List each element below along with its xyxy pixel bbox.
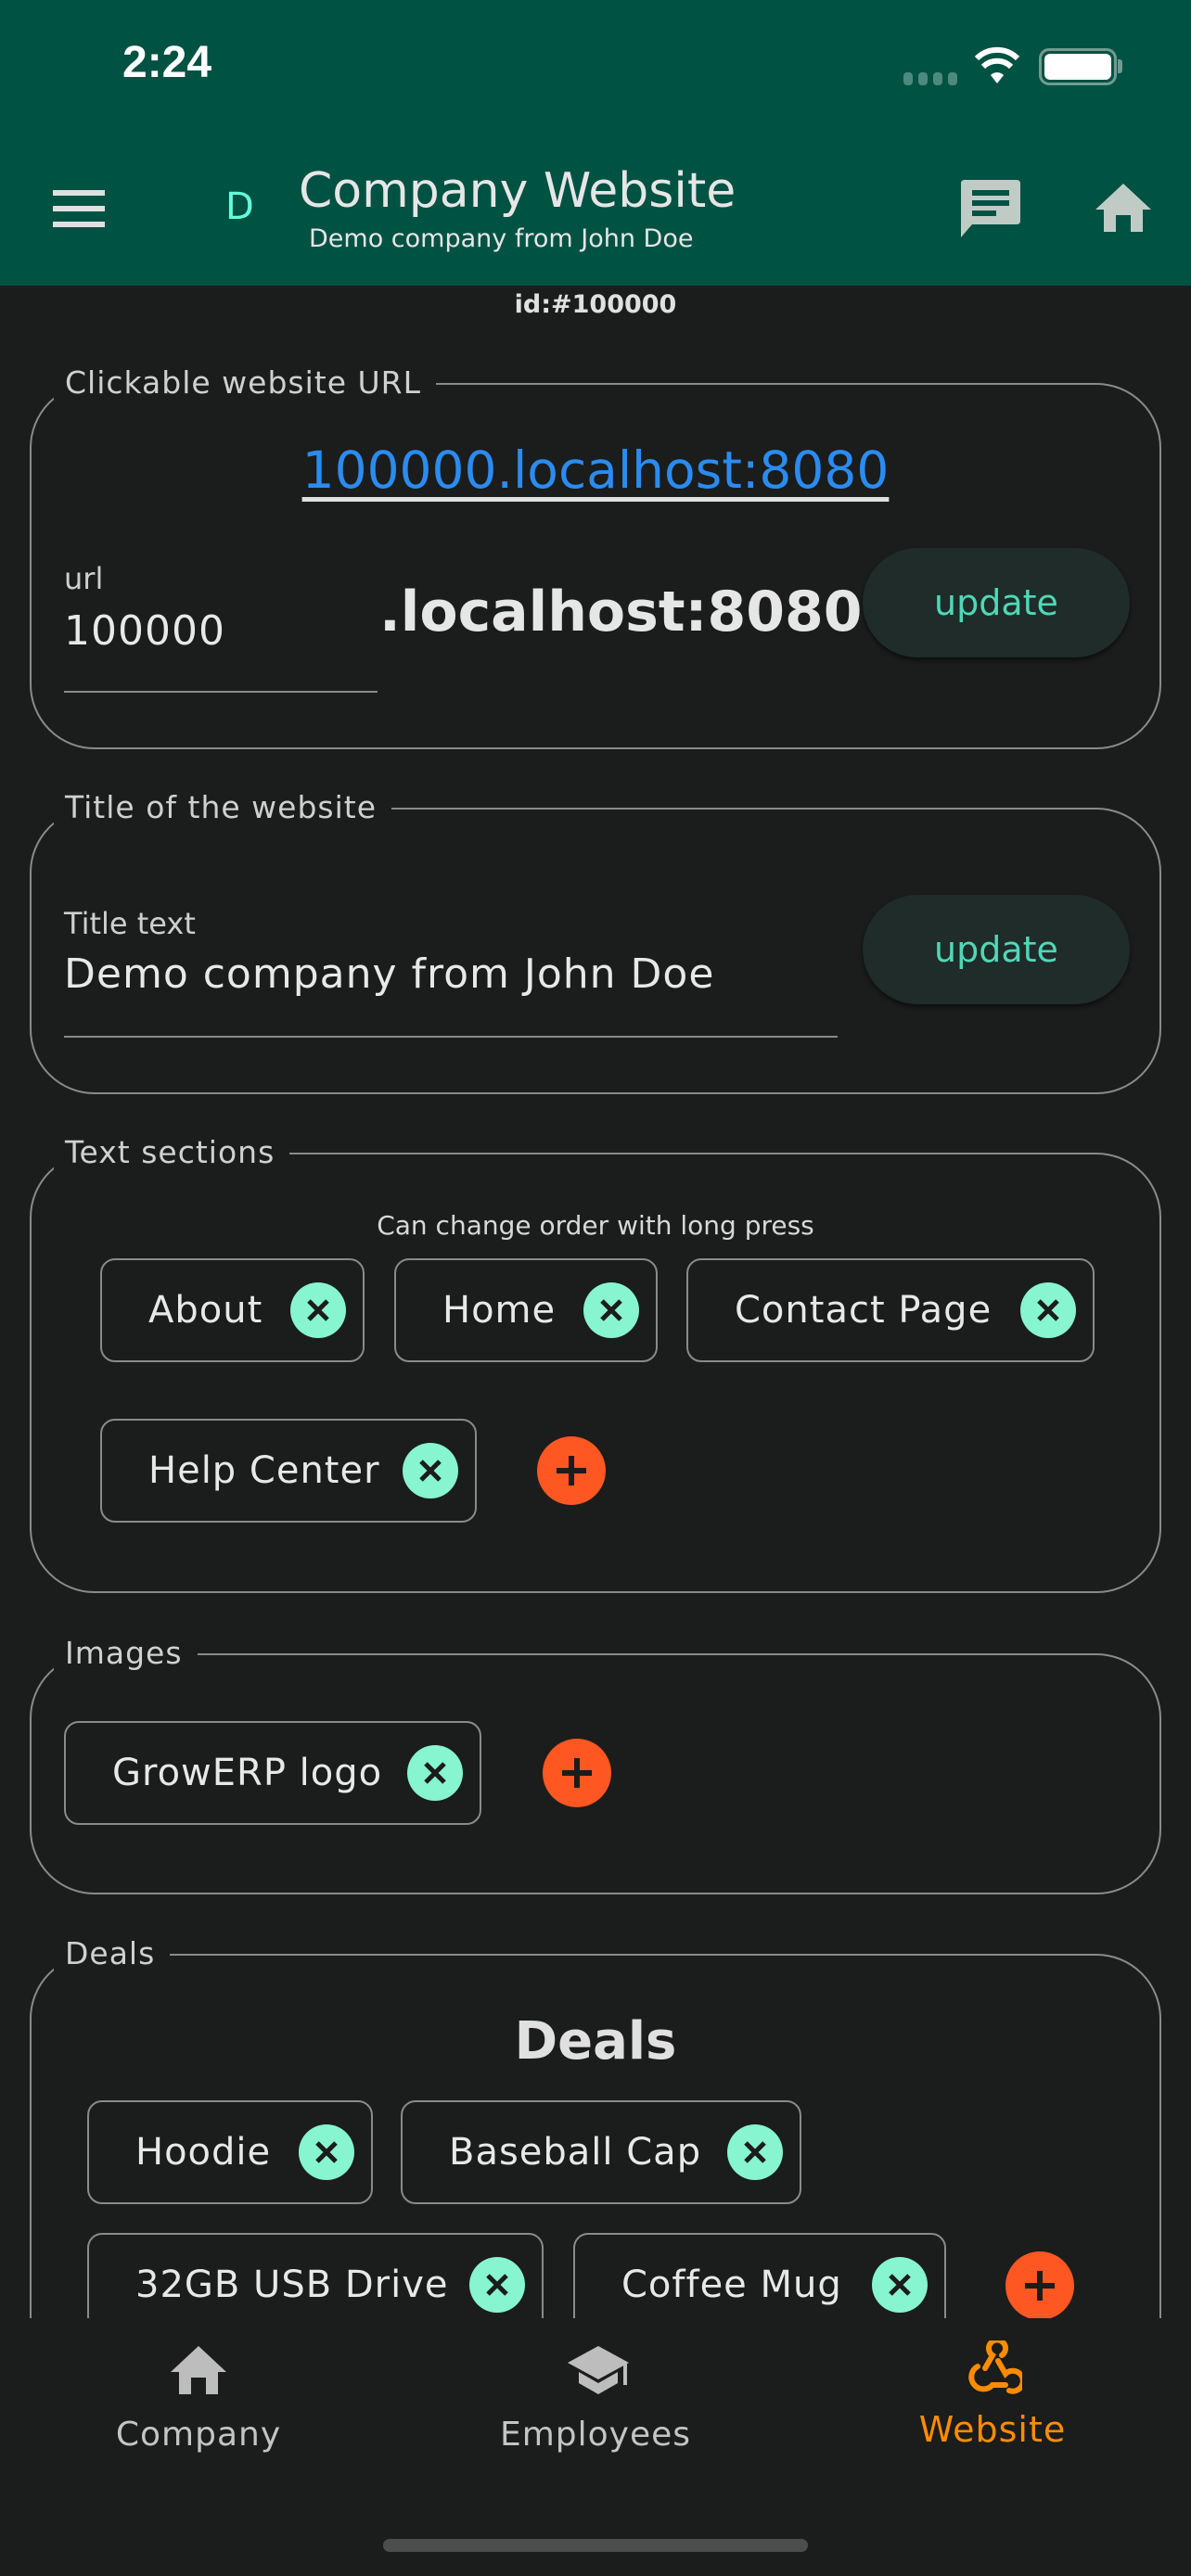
school-icon <box>568 2346 629 2394</box>
add-section-button[interactable] <box>537 1436 606 1505</box>
chip-about[interactable]: About <box>100 1258 365 1362</box>
chip-label: Help Center <box>148 1449 380 1492</box>
chip-contact-page[interactable]: Contact Page <box>686 1258 1095 1362</box>
text-sections: Text sections Can change order with long… <box>30 1134 1161 1593</box>
company-avatar[interactable]: D <box>225 185 254 228</box>
chip-label: 32GB USB Drive <box>135 2264 449 2306</box>
signal-icon <box>903 72 913 85</box>
remove-icon[interactable] <box>290 1282 346 1338</box>
home-icon <box>171 2346 226 2394</box>
nav-label: Employees <box>499 2416 692 2454</box>
add-deal-button[interactable] <box>1005 2251 1074 2318</box>
section-label: Images <box>54 1635 198 1671</box>
nav-website[interactable]: Website <box>794 2318 1191 2504</box>
chip-growerp-logo[interactable]: GrowERP logo <box>64 1721 481 1825</box>
chip-label: Home <box>442 1289 557 1332</box>
home-indicator[interactable] <box>383 2539 808 2552</box>
section-label: Deals <box>54 1935 171 1971</box>
signal-bar <box>948 72 957 85</box>
section-label: Text sections <box>54 1134 290 1170</box>
page-title: Company Website <box>299 163 736 219</box>
nav-company[interactable]: Company <box>0 2318 397 2504</box>
chip-home[interactable]: Home <box>394 1258 658 1362</box>
home-icon[interactable] <box>1095 184 1151 232</box>
url-underline <box>64 691 378 693</box>
remove-icon[interactable] <box>407 1745 463 1801</box>
battery-icon <box>1039 48 1117 85</box>
website-link[interactable]: 100000.localhost:8080 <box>32 440 1159 500</box>
remove-icon[interactable] <box>727 2124 783 2180</box>
webhook-icon <box>968 2340 1022 2394</box>
remove-icon[interactable] <box>872 2257 928 2313</box>
title-underline <box>64 1036 838 1038</box>
signal-bar <box>918 72 928 85</box>
nav-employees[interactable]: Employees <box>397 2318 794 2504</box>
update-title-button[interactable]: update <box>863 895 1130 1004</box>
remove-icon[interactable] <box>469 2257 525 2313</box>
chip-hoodie[interactable]: Hoodie <box>87 2100 373 2204</box>
section-label: Clickable website URL <box>54 364 436 401</box>
chip-label: About <box>148 1289 263 1332</box>
url-suffix: .localhost:8080 <box>379 580 863 644</box>
nav-label: Company <box>115 2416 282 2454</box>
chip-label: Hoodie <box>135 2131 272 2174</box>
signal-bar <box>933 72 942 85</box>
chip-label: GrowERP logo <box>112 1752 383 1794</box>
battery-cap <box>1118 59 1122 73</box>
chip-coffee-mug[interactable]: Coffee Mug <box>573 2233 946 2318</box>
menu-icon[interactable] <box>53 190 105 227</box>
url-section: Clickable website URL 100000.localhost:8… <box>30 364 1161 749</box>
remove-icon[interactable] <box>403 1443 458 1498</box>
section-label: Title of the website <box>54 789 391 825</box>
chip-usb-drive[interactable]: 32GB USB Drive <box>87 2233 544 2318</box>
remove-icon[interactable] <box>1020 1282 1076 1338</box>
images-section: Images GrowERP logo <box>30 1635 1161 1894</box>
chip-label: Coffee Mug <box>621 2264 842 2306</box>
chip-label: Baseball Cap <box>449 2131 702 2174</box>
chip-label: Contact Page <box>735 1289 992 1332</box>
add-image-button[interactable] <box>543 1739 611 1807</box>
chip-help-center[interactable]: Help Center <box>100 1419 477 1523</box>
deals-section: Deals Deals Hoodie Baseball Cap 32GB USB… <box>30 1935 1161 2318</box>
title-input[interactable]: Demo company from John Doe <box>64 950 714 998</box>
reorder-hint: Can change order with long press <box>377 1210 814 1241</box>
title-section: Title of the website Title text Demo com… <box>30 789 1161 1094</box>
wifi-icon <box>974 46 1020 83</box>
update-url-button[interactable]: update <box>863 548 1130 657</box>
chat-icon[interactable] <box>961 180 1020 237</box>
url-field-label: url <box>64 561 104 596</box>
nav-label: Website <box>918 2409 1067 2450</box>
page-subtitle: Demo company from John Doe <box>309 224 694 253</box>
scroll-content[interactable]: Clickable website URL 100000.localhost:8… <box>0 286 1191 2318</box>
url-input[interactable]: 100000 <box>64 607 225 655</box>
app-bar: 2:24 D Company Website Demo company from… <box>0 0 1191 286</box>
chip-baseball-cap[interactable]: Baseball Cap <box>401 2100 801 2204</box>
deals-heading: Deals <box>514 2011 677 2072</box>
remove-icon[interactable] <box>583 1282 639 1338</box>
status-time: 2:24 <box>122 38 212 87</box>
remove-icon[interactable] <box>299 2124 354 2180</box>
title-field-label: Title text <box>64 906 196 941</box>
